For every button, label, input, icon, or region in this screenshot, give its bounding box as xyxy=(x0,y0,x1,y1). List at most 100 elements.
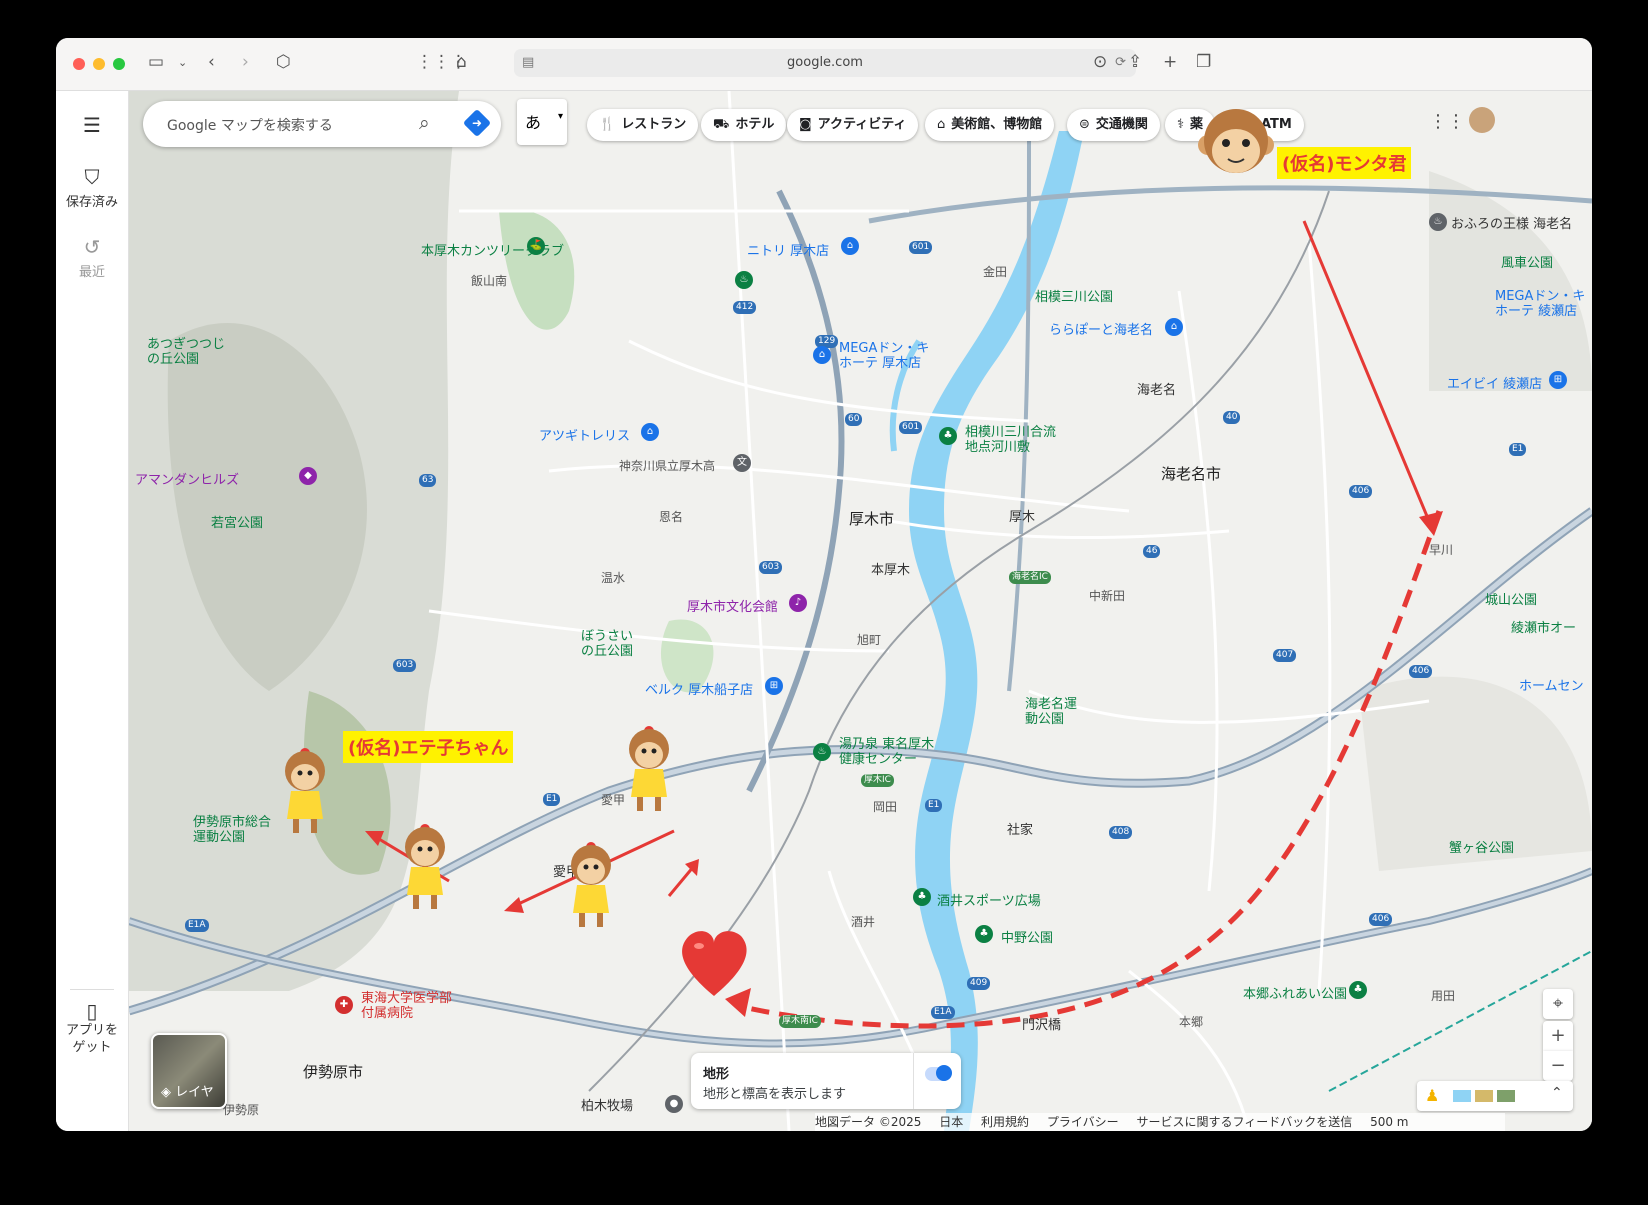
shopping-icon[interactable]: ⌂ xyxy=(813,346,831,364)
avatar[interactable] xyxy=(1469,107,1495,133)
recent-button[interactable]: ↺ 最近 xyxy=(56,235,128,280)
sidebar-toggle-icon[interactable]: ▭ xyxy=(148,52,164,72)
my-location-button[interactable]: ⌖ xyxy=(1543,989,1573,1019)
minimize-window-button[interactable] xyxy=(93,58,105,70)
fuka-park-label[interactable]: 風車公園 xyxy=(1501,252,1553,271)
sakai-sports-label[interactable]: 酒井スポーツ広場 xyxy=(937,890,1041,909)
isehara-sogo-label[interactable]: 伊勢原市総合運動公園 xyxy=(193,815,277,845)
search-box[interactable]: Google マップを検索する ⌕ ➜ xyxy=(143,101,501,147)
golf-icon[interactable]: ⛳ xyxy=(527,237,545,255)
feedback-link[interactable]: サービスに関するフィードバックを送信 xyxy=(1136,1115,1352,1129)
abbey-ayase-label[interactable]: エイビイ 綾瀬店 xyxy=(1447,373,1542,392)
address-bar[interactable]: ▤ google.com ⟳ xyxy=(514,49,1136,77)
atsugi-ic-label[interactable]: 厚木IC xyxy=(861,774,894,787)
park-icon[interactable]: ♣ xyxy=(913,888,931,906)
chip-hotel[interactable]: ⛟ ホテル xyxy=(701,109,787,141)
ebina-station-label[interactable]: 海老名 xyxy=(1137,379,1176,398)
spa-icon[interactable]: ♨ xyxy=(735,271,753,289)
mega-don-atsugi-label[interactable]: MEGAドン・キホーテ 厚木店 xyxy=(839,341,939,371)
home-icon[interactable]: ⌂ xyxy=(456,52,467,72)
park-icon[interactable]: ♣ xyxy=(939,427,957,445)
chip-museum[interactable]: ⌂ 美術館、博物館 xyxy=(925,109,1055,141)
search-icon[interactable]: ⌕ xyxy=(419,112,430,134)
bousai-label[interactable]: ぼうさいの丘公園 xyxy=(581,629,637,659)
menu-button[interactable]: ☰ xyxy=(56,113,128,139)
atsugi-station-label[interactable]: 厚木 xyxy=(1009,506,1035,525)
saved-button[interactable]: ⛉ 保存済み xyxy=(56,165,128,210)
school-icon[interactable]: 文 xyxy=(733,454,751,472)
music-icon[interactable]: ♪ xyxy=(789,594,807,612)
scale-label[interactable]: 500 m xyxy=(1370,1115,1408,1129)
home-center-label[interactable]: ホームセン xyxy=(1519,675,1584,694)
back-icon[interactable]: ‹ xyxy=(208,52,215,72)
mega-ayase-label[interactable]: MEGAドン・キホーテ 綾瀬店 xyxy=(1495,289,1592,319)
yunosen-label[interactable]: 湯乃泉 東名厚木健康センター xyxy=(839,737,935,767)
lalaport-label[interactable]: ららぽーと海老名 xyxy=(1049,319,1153,338)
ebina-undo-label[interactable]: 海老名運動公園 xyxy=(1025,697,1081,727)
street-view-bar[interactable]: ♟ ⌃ xyxy=(1417,1081,1573,1111)
venue-icon[interactable]: ◆ xyxy=(299,467,317,485)
privacy-link[interactable]: プライバシー xyxy=(1047,1115,1119,1129)
directions-icon[interactable]: ➜ xyxy=(462,108,492,138)
sankawa-goryu-label[interactable]: 相模川三川合流地点河川敷 xyxy=(965,425,1063,455)
terrain-card[interactable]: 地形 地形と標高を表示します xyxy=(691,1053,961,1109)
chip-activity[interactable]: ◙ アクティビティ xyxy=(787,109,919,141)
cart-icon[interactable]: ⊞ xyxy=(1549,371,1567,389)
input-method-button[interactable]: あ ▾ xyxy=(517,99,567,145)
nakano-park-label[interactable]: 中野公園 xyxy=(1001,927,1053,946)
pegman-icon[interactable]: ♟ xyxy=(1425,1086,1439,1105)
map-canvas[interactable]: 厚木市 海老名市 伊勢原市 本厚木カンツリークラブ 飯山南 ニトリ 厚木店 ME… xyxy=(129,91,1592,1131)
zoom-in-button[interactable]: + xyxy=(1543,1021,1573,1051)
spa-icon[interactable]: ♨ xyxy=(813,743,831,761)
atsugi-minami-ic-label[interactable]: 厚木南IC xyxy=(779,1015,821,1028)
terrain-toggle[interactable] xyxy=(925,1065,952,1081)
belc-label[interactable]: ベルク 厚木船子店 xyxy=(645,679,753,698)
country-label[interactable]: 日本 xyxy=(939,1115,963,1129)
share-icon[interactable]: ⇪ xyxy=(1128,52,1142,72)
shopping-icon[interactable]: ⌂ xyxy=(641,423,659,441)
layer-button[interactable]: ◈ レイヤ xyxy=(151,1033,227,1109)
place-icon[interactable]: ● xyxy=(665,1095,683,1113)
sagami-sankawa-label[interactable]: 相模三川公園 xyxy=(1035,286,1113,305)
kashiwagi-label[interactable]: 柏木牧場 xyxy=(581,1095,633,1114)
thumbnail-icon[interactable] xyxy=(1497,1090,1515,1102)
tabs-overview-icon[interactable]: ❐ xyxy=(1196,52,1211,72)
hongo-park-label[interactable]: 本郷ふれあい公園 xyxy=(1243,983,1347,1002)
ebina-ic-label[interactable]: 海老名IC xyxy=(1009,571,1051,584)
shopping-icon[interactable]: ⌂ xyxy=(841,237,859,255)
terms-link[interactable]: 利用規約 xyxy=(981,1115,1029,1129)
close-window-button[interactable] xyxy=(73,58,85,70)
thumbnail-icon[interactable] xyxy=(1453,1090,1471,1102)
thumbnail-icon[interactable] xyxy=(1475,1090,1493,1102)
ayase-city-label[interactable]: 綾瀬市オー xyxy=(1511,617,1576,636)
atsugi-high-label[interactable]: 神奈川県立厚木高 xyxy=(619,457,715,474)
download-icon[interactable]: ⊙ xyxy=(1093,52,1107,72)
tokai-hospital-label[interactable]: 東海大学医学部付属病院 xyxy=(361,991,457,1021)
amandan-label[interactable]: アマンダンヒルズ xyxy=(135,469,239,488)
kanigaya-label[interactable]: 蟹ヶ谷公園 xyxy=(1449,837,1514,856)
zoom-window-button[interactable] xyxy=(113,58,125,70)
monzawa-label[interactable]: 門沢橋 xyxy=(1022,1014,1061,1033)
atsugi-trellis-label[interactable]: アツギトレリス xyxy=(539,425,630,444)
jonan-label[interactable]: 城山公園 xyxy=(1485,589,1537,608)
zoom-out-button[interactable]: − xyxy=(1543,1051,1573,1081)
new-tab-icon[interactable]: + xyxy=(1163,52,1177,72)
box-icon[interactable]: ⬡ xyxy=(276,52,291,72)
chip-restaurant[interactable]: 🍴 レストラン xyxy=(587,109,699,141)
ofuro-label[interactable]: おふろの王様 海老名 xyxy=(1451,213,1572,232)
hospital-icon[interactable]: ✚ xyxy=(335,996,353,1014)
spa-icon[interactable]: ♨ xyxy=(1429,213,1447,231)
nitori-label[interactable]: ニトリ 厚木店 xyxy=(747,240,829,259)
honatsugi-station-label[interactable]: 本厚木 xyxy=(871,559,910,578)
cart-icon[interactable]: ⊞ xyxy=(765,677,783,695)
reload-icon[interactable]: ⟳ xyxy=(1115,49,1126,77)
park-icon[interactable]: ♣ xyxy=(975,925,993,943)
chevron-down-icon[interactable]: ⌄ xyxy=(178,56,187,69)
search-input[interactable]: Google マップを検索する xyxy=(167,115,333,135)
wakamiya-label[interactable]: 若宮公園 xyxy=(211,512,263,531)
get-app-button[interactable]: ▯ アプリをゲット xyxy=(56,1001,128,1056)
shimo-label[interactable]: 社家 xyxy=(1007,819,1033,838)
expand-icon[interactable]: ⌃ xyxy=(1551,1085,1563,1101)
bunka-kaikan-label[interactable]: 厚木市文化会館 xyxy=(687,596,778,615)
tsutsuji-label[interactable]: あつぎつつじの丘公園 xyxy=(147,337,231,367)
